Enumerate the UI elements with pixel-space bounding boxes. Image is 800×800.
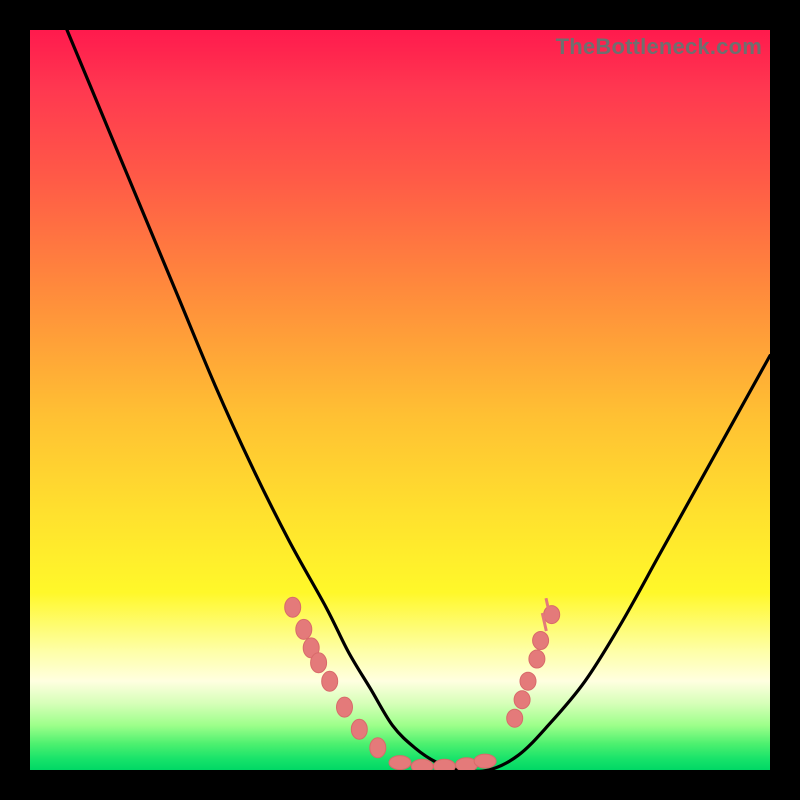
marker-dot: [351, 719, 367, 739]
plot-area: TheBottleneck.com: [30, 30, 770, 770]
marker-dot: [520, 672, 536, 690]
curve-layer: [30, 30, 770, 770]
marker-dot: [433, 759, 455, 770]
marker-dot: [544, 606, 560, 624]
marker-dot: [507, 709, 523, 727]
bottleneck-curve: [67, 30, 770, 770]
marker-dot: [474, 754, 496, 768]
marker-dot: [370, 738, 386, 758]
marker-group: [285, 597, 560, 770]
marker-dot: [411, 759, 433, 770]
marker-dot: [285, 597, 301, 617]
marker-dot: [389, 756, 411, 770]
marker-dot: [533, 632, 549, 650]
marker-dot: [529, 650, 545, 668]
chart-frame: TheBottleneck.com: [0, 0, 800, 800]
marker-dot: [337, 697, 353, 717]
marker-dot: [296, 619, 312, 639]
marker-dot: [322, 671, 338, 691]
marker-dot: [311, 653, 327, 673]
marker-dot: [514, 691, 530, 709]
